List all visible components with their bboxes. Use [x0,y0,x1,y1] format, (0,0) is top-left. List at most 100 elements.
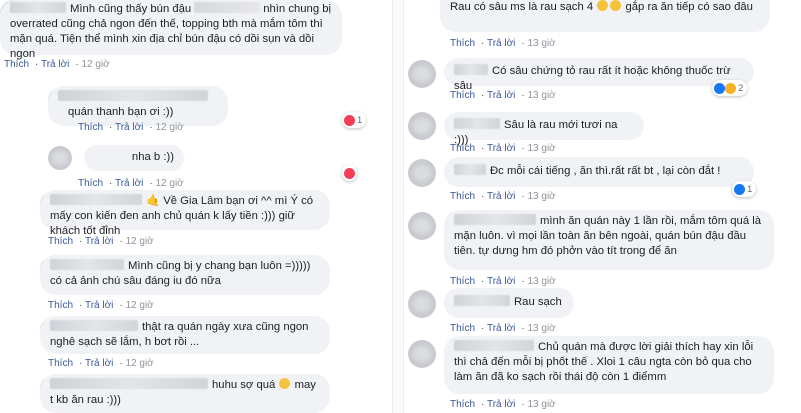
comment-actions: Thích · Trả lời · 13 giờ [450,191,556,202]
like-link[interactable]: Thích [48,358,73,369]
like-link[interactable]: Thích [450,143,475,154]
heart-reaction-icon [344,167,355,179]
timestamp[interactable]: 12 giờ [125,300,153,311]
right-comment-column: Rau có sâu ms là rau sạch 4 gắp ra ăn ti… [404,0,801,413]
commenter-name[interactable] [50,194,142,205]
comment-actions: Thích · Trả lời · 13 giờ [450,90,556,101]
like-link[interactable]: Thích [450,90,475,101]
like-reaction-icon [714,82,725,94]
timestamp[interactable]: 13 giờ [527,191,555,202]
comment-bubble: 🤙 Về Gia Lâm bạn ơi ^^ mì Ý có mấy con k… [40,190,330,237]
avatar[interactable] [408,340,436,368]
commenter-name[interactable] [58,90,208,101]
reply-link[interactable]: Trả lời [85,300,113,311]
reaction-summary[interactable]: 1 [732,181,757,197]
reaction-count: 1 [747,183,753,195]
like-link[interactable]: Thích [78,122,103,133]
comment-text: Đc mỗi cái tiếng , ăn thì.rất rất bt , l… [490,165,721,177]
like-link[interactable]: Thích [4,59,29,70]
comment-bubble: quán thanh bạn ơi :)) [48,86,228,126]
comment-actions: Thích · Trả lời · 13 giờ [450,276,556,287]
comment-bubble: Rau sạch [444,288,574,318]
avatar[interactable] [408,60,436,88]
timestamp[interactable]: 12 giờ [155,122,183,133]
like-link[interactable]: Thích [48,236,73,247]
comment-bubble: Mình cũng thấy bún đậu nhìn chung bị over… [0,0,342,60]
reply-link[interactable]: Trả lời [115,178,143,189]
like-link[interactable]: Thích [450,399,475,410]
comment-actions: Thích · Trả lời · 12 giờ [48,300,154,311]
timestamp[interactable]: 12 giờ [155,178,183,189]
comment-text: Mình cũng thấy bún đậu [70,3,192,15]
commenter-name[interactable] [454,295,510,306]
commenter-name[interactable] [10,2,66,13]
reply-link[interactable]: Trả lời [115,122,143,133]
avatar[interactable] [48,146,72,170]
comment-bubble: Có sâu chứng tỏ rau rất ít hoặc không th… [444,58,754,92]
comment-bubble: Đc mỗi cái tiếng , ăn thì.rất rất bt , l… [444,157,754,187]
timestamp[interactable]: 13 giờ [527,276,555,287]
like-link[interactable]: Thích [48,300,73,311]
left-comment-column: Mình cũng thấy bún đậu nhìn chung bị over… [0,0,390,413]
like-link[interactable]: Thích [78,178,103,189]
commenter-name[interactable] [454,64,488,75]
avatar[interactable] [408,159,436,187]
avatar[interactable] [408,212,436,240]
reply-link[interactable]: Trả lời [487,323,515,334]
comment: Có sâu chứng tỏ rau rất ít hoặc không th… [404,58,801,108]
commenter-name[interactable] [454,118,500,129]
comment-bubble: huhu sợ quá may t kb ăn rau :))) [40,374,330,413]
reply-link[interactable]: Trả lời [85,236,113,247]
comment-text: Có sâu chứng tỏ rau rất ít hoặc không th… [454,65,731,92]
grinning-face-emoji-icon [597,0,609,11]
reaction-summary[interactable]: 1 [342,112,367,128]
avatar[interactable] [408,112,436,140]
comment-text: nha b :)) [131,151,174,163]
comment: 🤙 Về Gia Lâm bạn ơi ^^ mì Ý có mấy con k… [40,190,390,250]
timestamp[interactable]: 12 giờ [81,59,109,70]
heart-reaction-icon [344,114,355,126]
comment-actions: Thích · Trả lời · 12 giờ [48,358,154,369]
commenter-name[interactable] [454,340,534,351]
grinning-face-emoji-icon [610,0,622,11]
reply-link[interactable]: Trả lời [487,191,515,202]
timestamp[interactable]: 13 giờ [527,399,555,410]
comment-actions: Thích · Trả lời · 12 giờ [48,236,154,247]
commenter-name[interactable] [50,259,124,270]
reply-link[interactable]: Trả lời [487,38,515,49]
commenter-name[interactable] [50,320,138,331]
reaction-summary[interactable]: 2 [712,80,748,96]
reply-link[interactable]: Trả lời [487,90,515,101]
comment-bubble: nha b :)) [84,145,184,171]
comment: Mình cũng thấy bún đậu nhìn chung bị over… [0,0,390,80]
reply-link[interactable]: Trả lời [487,143,515,154]
commenter-name[interactable] [454,214,536,225]
reaction-count: 2 [738,82,744,94]
comment: Chủ quán mà được lời giải thích hay xin … [404,336,801,413]
like-link[interactable]: Thích [450,323,475,334]
like-link[interactable]: Thích [450,38,475,49]
reaction-summary[interactable] [342,165,357,181]
timestamp[interactable]: 13 giờ [527,323,555,334]
comment-text: Rau sạch [514,296,562,308]
reaction-count: 1 [357,114,363,126]
comment-text: gắp ra ăn tiếp có sao đâu [625,1,753,13]
reply-link[interactable]: Trả lời [41,59,69,70]
comment-bubble: Mình cũng bị y chang bạn luôn =))))) có … [40,255,330,295]
like-link[interactable]: Thích [450,276,475,287]
like-link[interactable]: Thích [450,191,475,202]
commenter-name[interactable] [454,164,486,175]
comment-actions: Thích · Trả lời · 12 giờ [78,178,184,189]
avatar[interactable] [408,290,436,318]
timestamp[interactable]: 13 giờ [527,143,555,154]
reply-link[interactable]: Trả lời [487,276,515,287]
comment: thật ra quán ngày xưa cũng ngon nghê sạc… [40,316,390,371]
timestamp[interactable]: 13 giờ [527,38,555,49]
timestamp[interactable]: 12 giờ [125,358,153,369]
reply-link[interactable]: Trả lời [85,358,113,369]
commenter-name[interactable] [50,378,208,389]
timestamp[interactable]: 13 giờ [527,90,555,101]
reply-link[interactable]: Trả lời [487,399,515,410]
comment-actions: Thích · Trả lời · 12 giờ [78,122,184,133]
timestamp[interactable]: 12 giờ [125,236,153,247]
